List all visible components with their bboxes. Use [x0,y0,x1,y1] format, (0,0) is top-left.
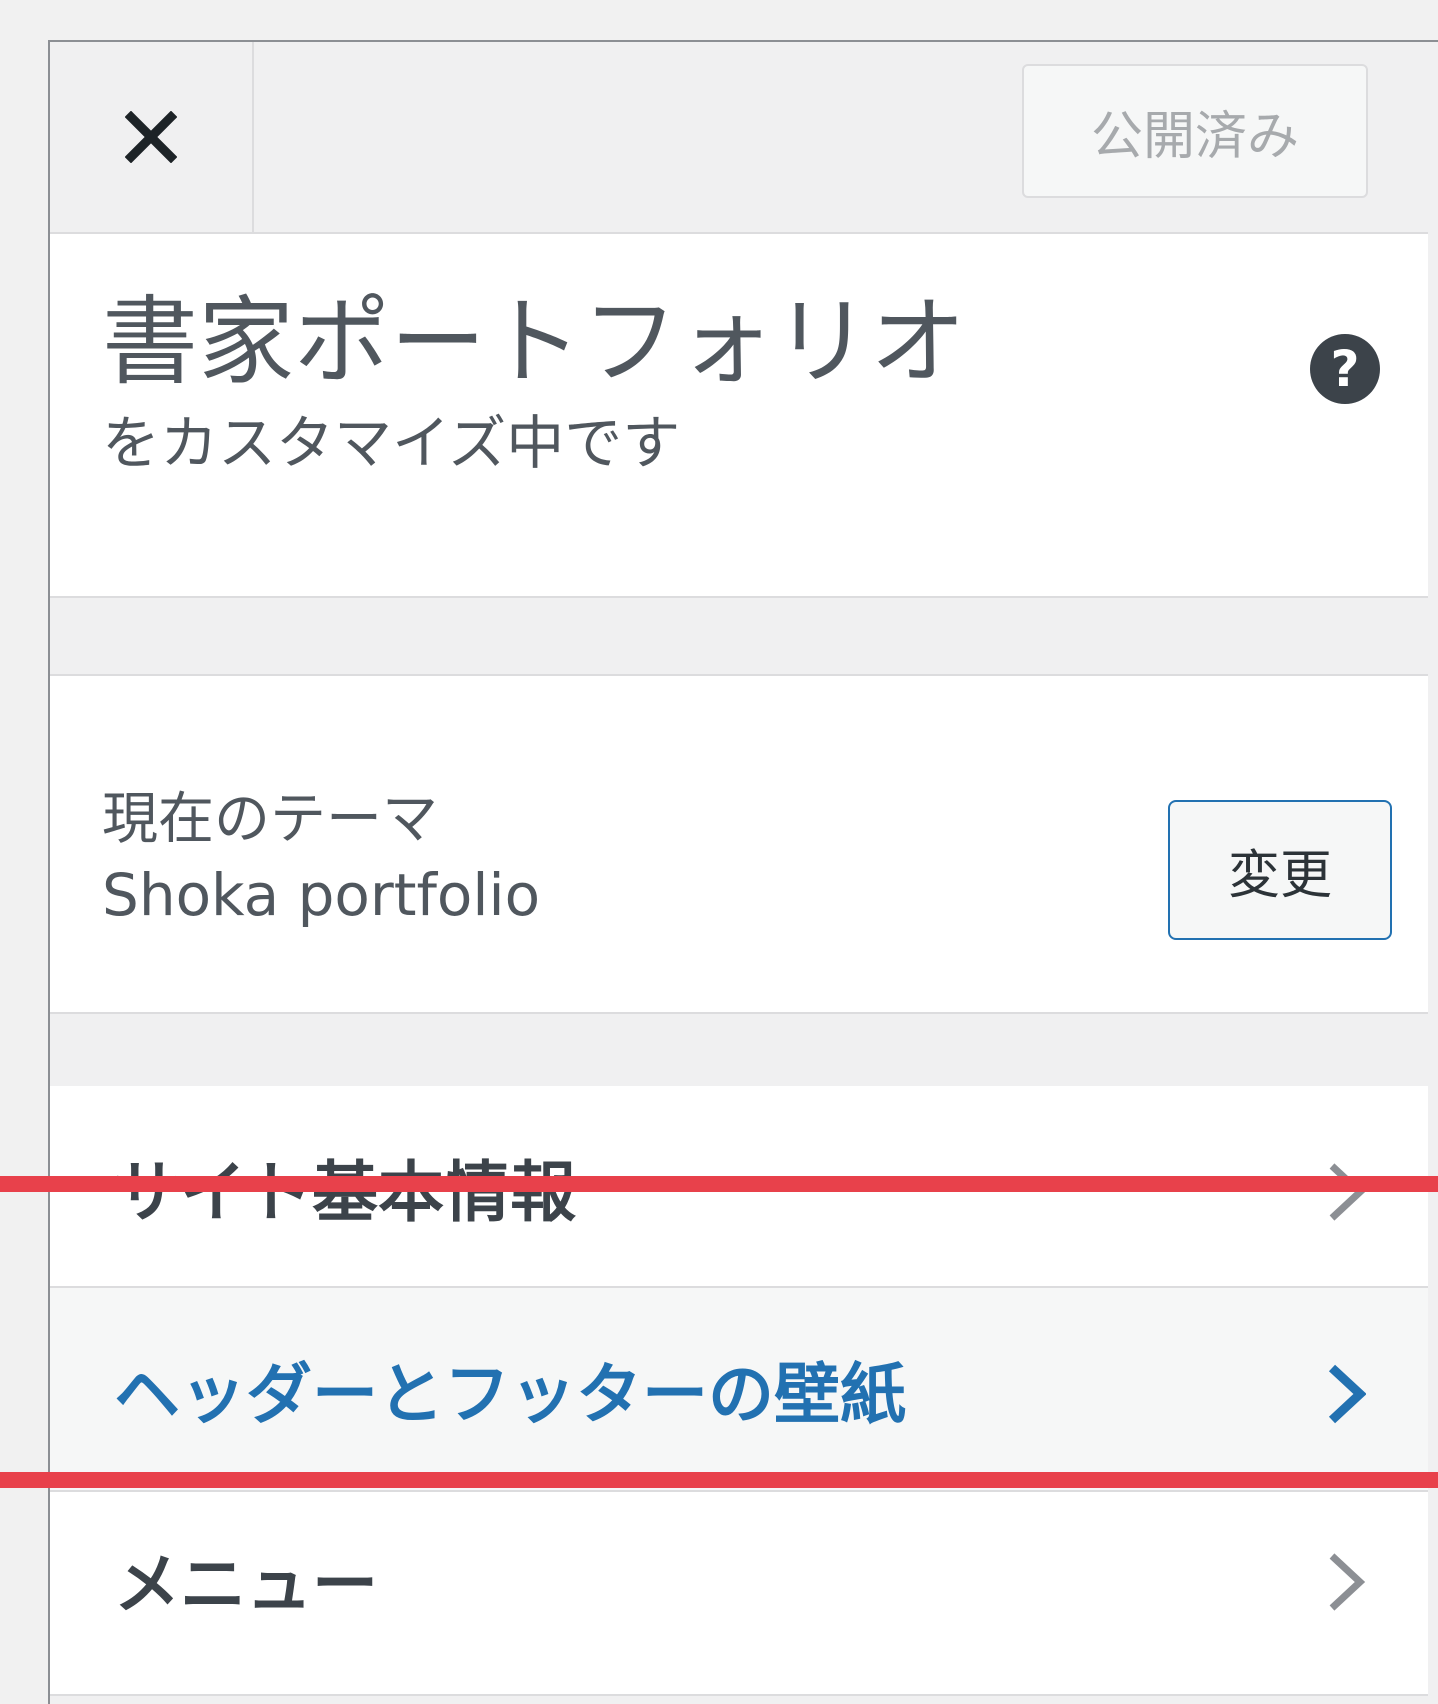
menu-item-label: メニュー [114,1546,378,1623]
close-button[interactable] [50,42,254,232]
section-gap [50,598,1428,676]
customizer-title-section: 書家ポートフォリオ をカスタマイズ中です ? [50,234,1428,598]
chevron-right-icon [1329,1553,1366,1611]
current-theme-label: 現在のテーマ [102,787,438,852]
chevron-right-icon [1329,1163,1366,1221]
chevron-right-icon [1328,1364,1366,1424]
customizing-subtitle: をカスタマイズ中です [102,409,681,477]
menu-item-label: ヘッダーとフッターの壁紙 [114,1356,906,1433]
section-gap [50,1014,1428,1086]
help-icon[interactable]: ? [1310,334,1380,404]
customizer-header: 公開済み [50,42,1428,234]
site-title: 書家ポートフォリオ [102,286,966,398]
change-theme-button[interactable]: 変更 [1168,800,1392,940]
section-gap [50,1696,1428,1704]
highlight-line-top [0,1176,1438,1192]
customizer-panel: 公開済み 書家ポートフォリオ をカスタマイズ中です ? 現在のテーマ Shoka… [48,40,1438,1704]
menu-item-header-footer-wallpaper[interactable]: ヘッダーとフッターの壁紙 [50,1288,1428,1492]
publish-button[interactable]: 公開済み [1022,64,1368,198]
menu-item-label: サイト基本情報 [114,1154,576,1231]
close-icon [125,111,177,163]
menu-item-menus[interactable]: メニュー [50,1492,1428,1696]
highlight-line-bottom [0,1472,1438,1488]
current-theme-section: 現在のテーマ Shoka portfolio 変更 [50,676,1428,1014]
current-theme-name: Shoka portfolio [102,861,541,929]
